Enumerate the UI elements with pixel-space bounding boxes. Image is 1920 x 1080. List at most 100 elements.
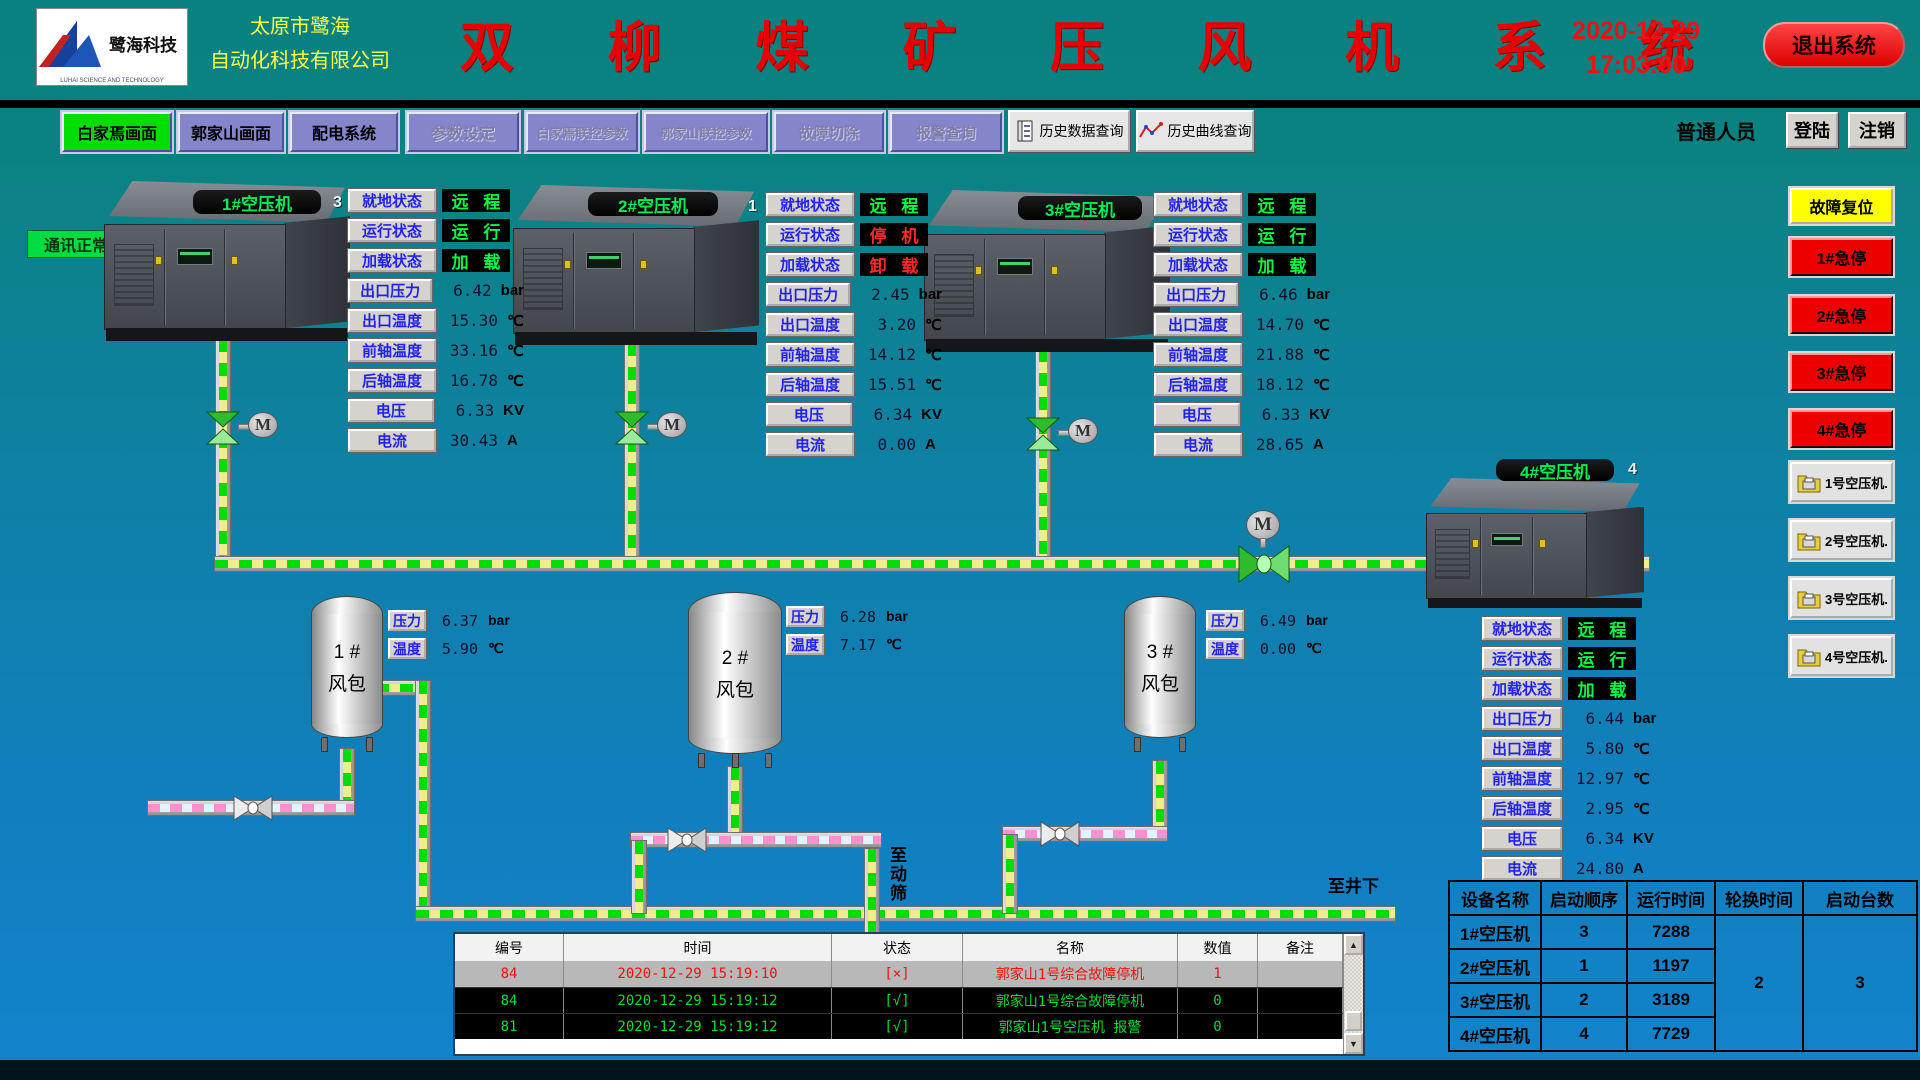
motor-icon[interactable]: M [1068, 418, 1098, 444]
estop-1-button[interactable]: 1#急停 [1790, 238, 1893, 276]
alarm-scrollbar[interactable]: ▲ ▼ [1343, 934, 1363, 1054]
field-unit: ℃ [1313, 316, 1330, 334]
field-label: 加载状态 [766, 253, 854, 276]
manual-valve-tank2 [667, 827, 707, 853]
tab-baijiayan-link-params: 白家焉联控参数 [526, 112, 638, 152]
compressor-3-title: 3#空压机 [1018, 196, 1142, 220]
exit-system-button[interactable]: 退出系统 [1763, 22, 1905, 68]
tab-power-distribution[interactable]: 配电系统 [290, 112, 398, 152]
field-value: 30.43 [440, 431, 498, 450]
field-value: 18.12 [1246, 375, 1304, 394]
stats-cell: 3#空压机 [1449, 983, 1541, 1017]
field-value: 16.78 [440, 371, 498, 390]
alarm-header-row: 编号 时间 状态 名称 数值 备注 [455, 934, 1343, 961]
field-value: 14.12 [858, 345, 916, 364]
alarm-row[interactable]: 81 2020-12-29 15:19:12 [√] 郭家山1号空压机 报警 0 [455, 1013, 1343, 1039]
company-line2: 自动化科技有限公司 [190, 44, 410, 78]
alarm-time: 2020-12-29 15:19:12 [564, 988, 832, 1013]
alarm-table-empty-area [455, 1039, 1343, 1054]
tank1-pressure-unit: bar [488, 612, 510, 628]
tank-name2: 风包 [328, 669, 366, 696]
field-unit: ℃ [1633, 800, 1650, 818]
field-label: 出口温度 [348, 309, 436, 332]
motor-icon-comp4[interactable]: M [1246, 510, 1280, 540]
scrollbar-thumb[interactable] [1345, 1011, 1362, 1031]
field-unit: bar [1633, 710, 1656, 727]
field-label: 前轴温度 [1154, 343, 1242, 366]
field-label: 后轴温度 [1482, 797, 1562, 820]
field-unit: ℃ [925, 346, 942, 364]
tab-guojiashan-screen[interactable]: 郭家山画面 [178, 112, 284, 152]
estop-2-button[interactable]: 2#急停 [1790, 296, 1893, 334]
field-label: 就地状态 [1154, 193, 1242, 216]
alarm-row[interactable]: 84 2020-12-29 15:19:12 [√] 郭家山1号综合故障停机 0 [455, 987, 1343, 1013]
estop-4-button[interactable]: 4#急停 [1790, 410, 1893, 448]
field-label: 出口压力 [1154, 283, 1238, 306]
alarm-id: 84 [455, 988, 564, 1013]
tank2-pressure-value: 6.28 [828, 608, 876, 626]
field-value: 6.34 [1566, 829, 1624, 848]
logout-button[interactable]: 注销 [1848, 112, 1906, 148]
stats-start-count: 3 [1803, 915, 1917, 1051]
field-value: 6.33 [438, 401, 494, 420]
pipe-tank3-drop [1002, 834, 1018, 914]
motor-icon[interactable]: M [657, 412, 687, 438]
field-value: 12.97 [1566, 769, 1624, 788]
pipe-comp3-vertical [1035, 348, 1051, 564]
field-label: 前轴温度 [1482, 767, 1562, 790]
motor-icon[interactable]: M [248, 412, 278, 438]
tank2-pressure-label: 压力 [786, 606, 824, 627]
field-unit: KV [1309, 406, 1330, 423]
field-value: 2.45 [854, 285, 909, 304]
field-label: 加载状态 [1154, 253, 1242, 276]
field-label: 电压 [348, 399, 434, 422]
compressor-3-panel: 就地状态远 程 运行状态运 行 加载状态加 载 出口压力6.46bar 出口温度… [1154, 193, 1330, 463]
field-unit: A [1633, 860, 1644, 877]
field-value: 15.51 [858, 375, 916, 394]
motor-valve-comp4[interactable] [1238, 544, 1290, 584]
logo-mountains-icon [37, 15, 107, 71]
scroll-down-icon[interactable]: ▼ [1344, 1033, 1363, 1054]
field-value: 5.80 [1566, 739, 1624, 758]
tank2-temp-label: 温度 [786, 634, 824, 655]
manual-valve-tank3 [1040, 821, 1080, 847]
pipe-tank3-stub [1002, 826, 1168, 842]
field-unit: KV [921, 406, 942, 423]
scroll-up-icon[interactable]: ▲ [1344, 934, 1363, 955]
field-label: 运行状态 [766, 223, 854, 246]
motor-valve-comp3[interactable] [1025, 417, 1061, 451]
bottom-strip [0, 1060, 1920, 1080]
status-value: 加 载 [1248, 253, 1316, 276]
estop-3-button[interactable]: 3#急停 [1790, 353, 1893, 391]
folder-icon [1797, 587, 1821, 609]
tank1-temp-value: 5.90 [430, 640, 478, 658]
field-value: 3.20 [858, 315, 916, 334]
scrollbar-track[interactable] [1344, 955, 1363, 1033]
pipe-drop-to-collector [415, 680, 431, 912]
motor-valve-comp1[interactable] [205, 411, 241, 445]
scada-screen: 鹭海科技 LUHAI SCIENCE AND TECHNOLOGY 太原市鹭海 … [0, 0, 1920, 1080]
field-value: 24.80 [1566, 859, 1624, 878]
compressor-3-shortcut-button[interactable]: 3号空压机. [1790, 578, 1893, 618]
field-label: 出口压力 [348, 279, 432, 302]
field-label: 运行状态 [348, 219, 436, 242]
col-header-value: 数值 [1178, 934, 1258, 961]
company-name: 太原市鹭海 自动化科技有限公司 [190, 10, 410, 78]
login-button[interactable]: 登陆 [1786, 112, 1838, 148]
alarm-table: 编号 时间 状态 名称 数值 备注 84 2020-12-29 15:19:10… [453, 932, 1365, 1056]
alarm-row[interactable]: 84 2020-12-29 15:19:10 [×] 郭家山1号综合故障停机 1 [455, 961, 1343, 987]
field-value: 0.00 [858, 435, 916, 454]
compressor-1-shortcut-button[interactable]: 1号空压机. [1790, 462, 1893, 502]
header-divider [0, 100, 1920, 108]
tank3-temp-unit: ℃ [1306, 640, 1322, 657]
history-curve-query-button[interactable]: 历史曲线查询 [1136, 110, 1254, 152]
fault-reset-button[interactable]: 故障复位 [1790, 188, 1893, 224]
history-data-query-button[interactable]: 历史数据查询 [1008, 110, 1130, 152]
motor-valve-comp2[interactable] [614, 411, 650, 445]
field-label: 出口压力 [1482, 707, 1562, 730]
tab-baijiayan-screen[interactable]: 白家焉画面 [62, 112, 172, 152]
tank1-temp-unit: ℃ [488, 640, 504, 657]
field-label: 运行状态 [1154, 223, 1242, 246]
compressor-2-shortcut-button[interactable]: 2号空压机. [1790, 520, 1893, 560]
compressor-4-shortcut-button[interactable]: 4号空压机. [1790, 636, 1893, 676]
